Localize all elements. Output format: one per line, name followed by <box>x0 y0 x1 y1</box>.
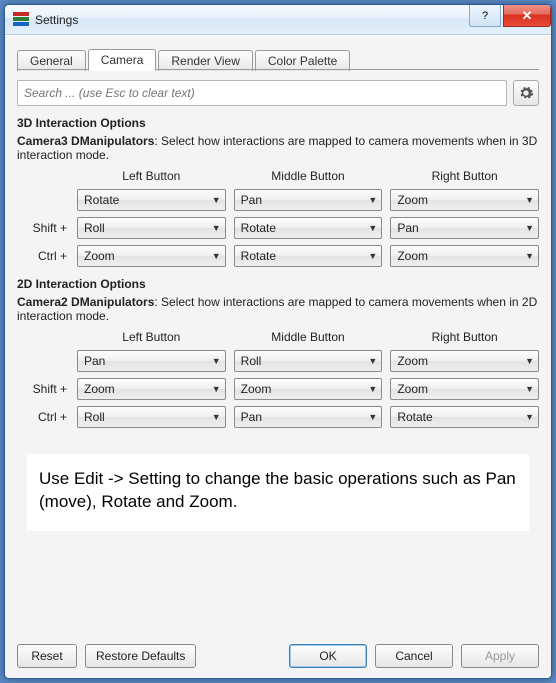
section-2d-desc: Camera2 DManipulators: Select how intera… <box>17 295 539 324</box>
combo-3d-shift-right[interactable]: Pan▼ <box>390 217 539 239</box>
grid-3d: Left Button Middle Button Right Button R… <box>17 169 539 267</box>
tab-strip: General Camera Render View Color Palette <box>17 46 539 70</box>
combo-3d-ctrl-left[interactable]: Zoom▼ <box>77 245 226 267</box>
chevron-down-icon: ▼ <box>212 412 221 422</box>
col-middle-2d: Middle Button <box>234 330 383 344</box>
chevron-down-icon: ▼ <box>212 195 221 205</box>
combo-2d-shift-right[interactable]: Zoom▼ <box>390 378 539 400</box>
col-middle-3d: Middle Button <box>234 169 383 183</box>
combo-3d-ctrl-right[interactable]: Zoom▼ <box>390 245 539 267</box>
chevron-down-icon: ▼ <box>368 195 377 205</box>
section-3d-desc: Camera3 DManipulators: Select how intera… <box>17 134 539 163</box>
combo-3d-none-right[interactable]: Zoom▼ <box>390 189 539 211</box>
section-2d-heading: 2D Interaction Options <box>17 277 539 291</box>
tab-camera[interactable]: Camera <box>88 49 157 71</box>
app-icon <box>13 12 29 28</box>
chevron-down-icon: ▼ <box>525 195 534 205</box>
cancel-button[interactable]: Cancel <box>375 644 453 668</box>
chevron-down-icon: ▼ <box>212 223 221 233</box>
combo-2d-ctrl-right[interactable]: Rotate▼ <box>390 406 539 428</box>
row-shift-3d: Shift + <box>17 221 69 235</box>
combo-3d-shift-left[interactable]: Roll▼ <box>77 217 226 239</box>
chevron-down-icon: ▼ <box>212 356 221 366</box>
settings-window: Settings ? ✕ General Camera Render View … <box>4 4 552 679</box>
combo-2d-shift-middle[interactable]: Zoom▼ <box>234 378 383 400</box>
section-2d-desc-bold: Camera2 DManipulators <box>17 295 154 309</box>
chevron-down-icon: ▼ <box>525 412 534 422</box>
combo-2d-ctrl-middle[interactable]: Pan▼ <box>234 406 383 428</box>
chevron-down-icon: ▼ <box>368 356 377 366</box>
ok-button[interactable]: OK <box>289 644 367 668</box>
apply-button[interactable]: Apply <box>461 644 539 668</box>
search-input[interactable] <box>17 80 507 106</box>
tab-general[interactable]: General <box>17 50 86 71</box>
window-buttons: ? ✕ <box>469 5 551 27</box>
combo-2d-none-left[interactable]: Pan▼ <box>77 350 226 372</box>
combo-2d-ctrl-left[interactable]: Roll▼ <box>77 406 226 428</box>
titlebar: Settings ? ✕ <box>5 5 551 35</box>
combo-3d-ctrl-middle[interactable]: Rotate▼ <box>234 245 383 267</box>
tab-render-view[interactable]: Render View <box>158 50 252 71</box>
gear-icon <box>518 85 534 101</box>
chevron-down-icon: ▼ <box>525 223 534 233</box>
help-icon: ? <box>482 10 488 22</box>
chevron-down-icon: ▼ <box>212 251 221 261</box>
footer: Reset Restore Defaults OK Cancel Apply <box>17 636 539 668</box>
col-left-3d: Left Button <box>77 169 226 183</box>
window-title: Settings <box>35 13 78 27</box>
combo-3d-shift-middle[interactable]: Rotate▼ <box>234 217 383 239</box>
grid-2d: Left Button Middle Button Right Button P… <box>17 330 539 428</box>
combo-2d-none-right[interactable]: Zoom▼ <box>390 350 539 372</box>
chevron-down-icon: ▼ <box>525 356 534 366</box>
client-area: General Camera Render View Color Palette… <box>5 35 551 678</box>
chevron-down-icon: ▼ <box>368 412 377 422</box>
settings-gear-button[interactable] <box>513 80 539 106</box>
row-shift-2d: Shift + <box>17 382 69 396</box>
help-button[interactable]: ? <box>469 5 501 27</box>
restore-defaults-button[interactable]: Restore Defaults <box>85 644 196 668</box>
combo-2d-shift-left[interactable]: Zoom▼ <box>77 378 226 400</box>
hint-text: Use Edit -> Setting to change the basic … <box>27 454 529 532</box>
chevron-down-icon: ▼ <box>212 384 221 394</box>
col-right-2d: Right Button <box>390 330 539 344</box>
chevron-down-icon: ▼ <box>525 384 534 394</box>
chevron-down-icon: ▼ <box>368 251 377 261</box>
tab-color-palette[interactable]: Color Palette <box>255 50 350 71</box>
col-right-3d: Right Button <box>390 169 539 183</box>
close-button[interactable]: ✕ <box>503 5 551 27</box>
chevron-down-icon: ▼ <box>368 384 377 394</box>
row-ctrl-3d: Ctrl + <box>17 249 69 263</box>
chevron-down-icon: ▼ <box>368 223 377 233</box>
search-row <box>17 80 539 106</box>
reset-button[interactable]: Reset <box>17 644 77 668</box>
combo-2d-none-middle[interactable]: Roll▼ <box>234 350 383 372</box>
section-3d-heading: 3D Interaction Options <box>17 116 539 130</box>
combo-3d-none-middle[interactable]: Pan▼ <box>234 189 383 211</box>
row-ctrl-2d: Ctrl + <box>17 410 69 424</box>
close-icon: ✕ <box>522 8 533 24</box>
section-3d-desc-bold: Camera3 DManipulators <box>17 134 154 148</box>
col-left-2d: Left Button <box>77 330 226 344</box>
combo-3d-none-left[interactable]: Rotate▼ <box>77 189 226 211</box>
chevron-down-icon: ▼ <box>525 251 534 261</box>
